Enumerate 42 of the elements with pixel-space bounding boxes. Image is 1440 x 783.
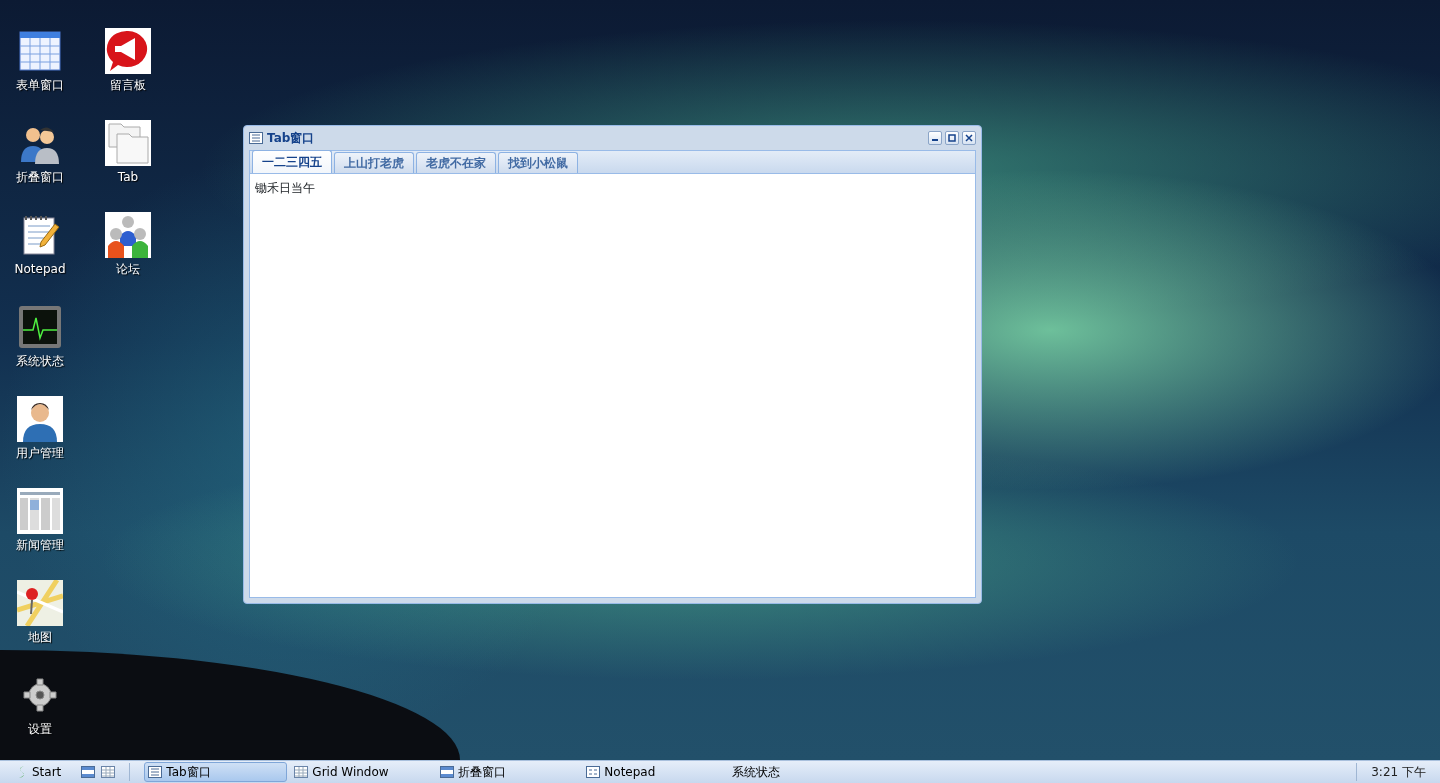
megaphone-icon[interactable] bbox=[105, 28, 151, 74]
tab-content-text: 锄禾日当午 bbox=[255, 181, 315, 195]
close-button[interactable] bbox=[962, 131, 976, 145]
window-title: Tab窗口 bbox=[267, 130, 315, 147]
taskbar-button[interactable]: 系统状态 bbox=[728, 762, 872, 782]
layout-icon[interactable] bbox=[81, 766, 96, 778]
desktop-icon-label[interactable]: 折叠窗口 bbox=[16, 168, 64, 186]
taskbar-button[interactable]: 折叠窗口 bbox=[436, 762, 580, 782]
people-group-icon[interactable] bbox=[105, 212, 151, 258]
taskbar-button[interactable]: Notepad bbox=[582, 762, 726, 782]
accordion-icon bbox=[440, 766, 455, 778]
desktop-icon-label[interactable]: 新闻管理 bbox=[16, 536, 64, 554]
maximize-icon bbox=[948, 134, 956, 142]
tab-window-icon bbox=[148, 766, 163, 778]
heartbeat-monitor-icon[interactable] bbox=[17, 304, 63, 350]
maximize-button[interactable] bbox=[945, 131, 959, 145]
desktop-icon-label[interactable]: Tab bbox=[117, 168, 139, 186]
desktop-icon-label[interactable]: 地图 bbox=[28, 628, 52, 646]
form-icon bbox=[586, 766, 601, 778]
tab[interactable]: 上山打老虎 bbox=[334, 152, 414, 173]
calendar-grid-icon[interactable] bbox=[17, 28, 63, 74]
clock: 3:21 下午 bbox=[1371, 764, 1426, 781]
tab[interactable]: 一二三四五 bbox=[252, 150, 332, 173]
grid-icon[interactable] bbox=[101, 766, 116, 778]
minimize-button[interactable] bbox=[928, 131, 942, 145]
tab[interactable]: 找到小松鼠 bbox=[498, 152, 578, 173]
desktop-icon-label[interactable]: 留言板 bbox=[110, 76, 146, 94]
close-icon bbox=[965, 134, 973, 142]
desktop-icon-label[interactable]: 用户管理 bbox=[16, 444, 64, 462]
desktop-icon-label[interactable]: 设置 bbox=[28, 720, 52, 738]
desktop-icon-label[interactable]: Notepad bbox=[14, 260, 66, 278]
start-button[interactable]: Start bbox=[0, 763, 70, 781]
desktop-icon-label[interactable]: 表单窗口 bbox=[16, 76, 64, 94]
window-icon bbox=[249, 132, 263, 144]
desktop-icon-label[interactable]: 论坛 bbox=[116, 260, 140, 278]
map-pin-icon[interactable] bbox=[17, 580, 63, 626]
person-icon[interactable] bbox=[17, 396, 63, 442]
taskbar-button[interactable]: Grid Window bbox=[290, 762, 434, 782]
grid-icon bbox=[294, 766, 309, 778]
desktop-icon-label[interactable]: 系统状态 bbox=[16, 352, 64, 370]
taskbar-button[interactable]: Tab窗口 bbox=[144, 762, 288, 782]
tab[interactable]: 老虎不在家 bbox=[416, 152, 496, 173]
